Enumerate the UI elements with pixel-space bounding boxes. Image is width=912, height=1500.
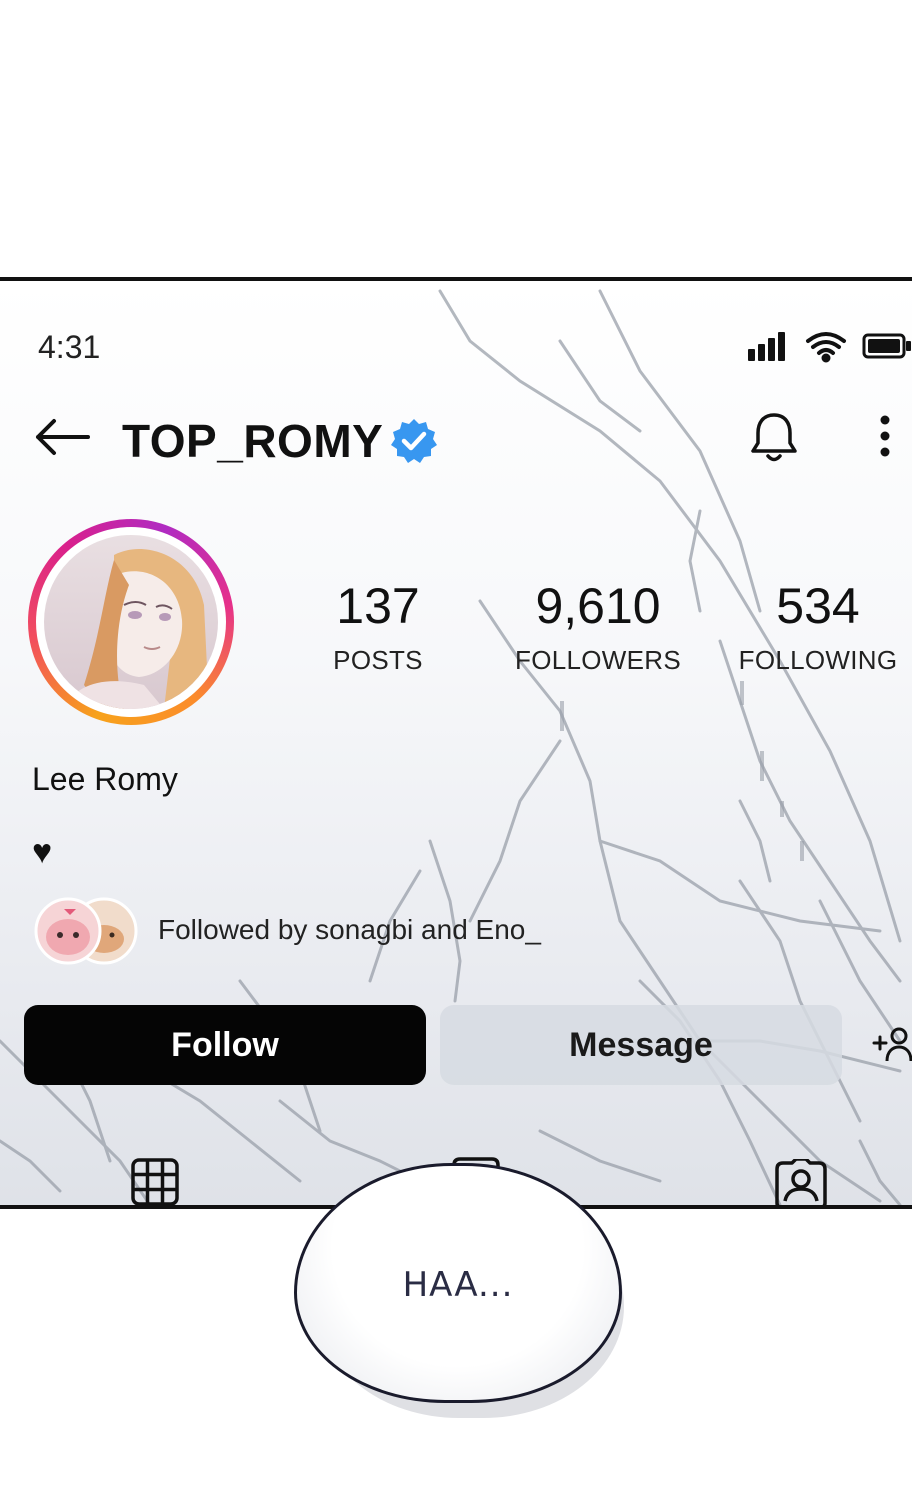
posts-stat[interactable]: 137 POSTS — [318, 581, 438, 676]
follow-button[interactable]: Follow — [24, 1005, 426, 1085]
following-count: 534 — [776, 578, 860, 634]
mutual-followers-avatars[interactable] — [34, 895, 140, 965]
status-time: 4:31 — [38, 329, 101, 365]
tagged-icon[interactable] — [774, 1159, 828, 1209]
add-person-icon[interactable] — [872, 1025, 912, 1063]
avatar-illustration — [44, 535, 218, 709]
wifi-icon — [806, 332, 846, 363]
speech-bubble-text: HAA... — [402, 1265, 514, 1305]
grid-icon[interactable] — [130, 1157, 180, 1207]
posts-count: 137 — [336, 578, 420, 634]
following-stat[interactable]: 534 FOLLOWING — [730, 581, 906, 676]
bio-text: ♥ — [32, 833, 53, 871]
followed-by-text[interactable]: Followed by sonagbi and Eno_ — [158, 914, 541, 946]
more-vertical-icon[interactable] — [868, 413, 902, 459]
status-icons — [748, 332, 911, 363]
verified-badge-icon — [391, 419, 437, 463]
message-button[interactable]: Message — [440, 1005, 842, 1085]
followers-stat[interactable]: 9,610 FOLLOWERS — [510, 581, 686, 676]
posts-label: POSTS — [333, 645, 423, 675]
phone-screen-panel: 4:31 TOP_ROMY 137 POSTS 9,610 FOLLOWERS … — [0, 277, 912, 1209]
following-label: FOLLOWING — [738, 645, 898, 675]
display-name: Lee Romy — [32, 761, 178, 797]
battery-icon — [862, 333, 911, 359]
speech-bubble: HAA... — [294, 1163, 622, 1403]
profile-username: TOP_ROMY — [122, 415, 384, 467]
cellular-signal-icon — [748, 332, 785, 361]
back-arrow-icon[interactable] — [32, 417, 92, 457]
bell-icon[interactable] — [748, 409, 800, 465]
followers-count: 9,610 — [535, 578, 661, 634]
profile-avatar[interactable] — [28, 519, 234, 725]
followers-label: FOLLOWERS — [515, 645, 681, 675]
